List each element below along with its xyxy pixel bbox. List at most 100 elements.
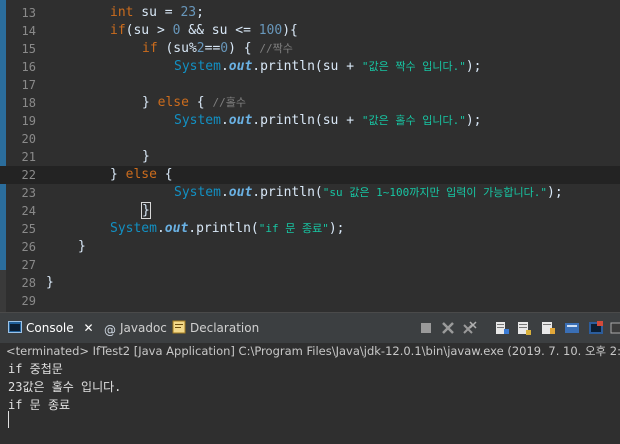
code-text: { bbox=[156, 167, 173, 182]
comment: //짝수 bbox=[259, 42, 293, 55]
pin-console-icon[interactable] bbox=[564, 320, 580, 336]
code-line: 13 int su = 23; bbox=[0, 4, 620, 22]
remove-launch-icon[interactable] bbox=[440, 320, 456, 336]
code-text: { bbox=[188, 95, 213, 110]
static-field: out bbox=[228, 185, 253, 200]
code-text: == bbox=[204, 41, 221, 56]
static-field: out bbox=[164, 221, 189, 236]
string-literal: "if 문 종료" bbox=[258, 222, 329, 235]
console-output-line: 23값은 홀수 입니다. bbox=[8, 380, 122, 394]
keyword: else bbox=[157, 95, 189, 110]
line-number: 27 bbox=[21, 258, 36, 272]
text-cursor bbox=[8, 411, 9, 428]
tab-label: Console bbox=[26, 321, 74, 335]
declaration-icon bbox=[172, 319, 186, 334]
number-literal: 2 bbox=[196, 41, 205, 56]
open-console-icon[interactable] bbox=[610, 320, 620, 336]
code-editor[interactable]: 13 int su = 23; 14 if(su > 0 && su <= 10… bbox=[0, 0, 620, 312]
line-number: 28 bbox=[21, 276, 36, 290]
keyword: int bbox=[110, 5, 134, 20]
line-number: 22 bbox=[21, 168, 36, 182]
line-number: 15 bbox=[21, 42, 36, 56]
keyword: else bbox=[125, 167, 157, 182]
code-text: ); bbox=[465, 113, 482, 128]
console-output-line: if 문 종료 bbox=[8, 398, 71, 412]
code-text: .println(su + bbox=[252, 59, 362, 74]
number-literal: 100 bbox=[258, 23, 283, 38]
code-text: } bbox=[110, 167, 126, 182]
line-number: 20 bbox=[21, 132, 36, 146]
code-line: 21 } bbox=[0, 148, 620, 166]
code-line: 28 } bbox=[0, 274, 620, 292]
number-literal: 23 bbox=[180, 5, 197, 20]
display-selected-console-icon[interactable] bbox=[588, 320, 604, 336]
word-wrap-icon[interactable] bbox=[540, 320, 556, 336]
keyword: if bbox=[142, 41, 158, 56]
tab-javadoc[interactable]: @ Javadoc bbox=[104, 317, 167, 339]
string-literal: "su 값은 1~100까지만 입력이 가능합니다." bbox=[322, 186, 548, 199]
console-icon bbox=[8, 319, 22, 333]
remove-all-terminated-icon[interactable] bbox=[462, 320, 478, 336]
code-text: ); bbox=[465, 59, 482, 74]
code-line: 15 if (su%2==0) { //짝수 bbox=[0, 40, 620, 58]
code-text: } bbox=[78, 239, 86, 254]
code-line: 14 if(su > 0 && su <= 100){ bbox=[0, 22, 620, 40]
tab-declaration[interactable]: Declaration bbox=[172, 317, 259, 339]
code-text: . bbox=[220, 59, 229, 74]
terminate-icon[interactable] bbox=[418, 320, 434, 336]
class-name: System bbox=[174, 59, 221, 74]
code-line: 25 System.out.println("if 문 종료"); bbox=[0, 220, 620, 238]
code-line: 26 } bbox=[0, 238, 620, 256]
matching-bracket: } bbox=[141, 202, 151, 219]
scroll-lock-icon[interactable] bbox=[516, 320, 532, 336]
code-text: } bbox=[46, 275, 54, 290]
code-line: 16 System.out.println(su + "값은 짝수 입니다.")… bbox=[0, 58, 620, 76]
console-view: Console ✕ @ Javadoc Declaration <terminat… bbox=[0, 312, 620, 444]
line-number: 18 bbox=[21, 96, 36, 110]
keyword: if bbox=[110, 23, 126, 38]
launch-status: <terminated> IfTest2 [Java Application] … bbox=[6, 344, 620, 358]
code-text: .println(su + bbox=[252, 113, 362, 128]
line-number: 23 bbox=[21, 186, 36, 200]
code-text: .println( bbox=[252, 185, 323, 200]
line-number: 19 bbox=[21, 114, 36, 128]
line-number: 25 bbox=[21, 222, 36, 236]
line-number: 16 bbox=[21, 60, 36, 74]
line-number: 21 bbox=[21, 150, 36, 164]
line-number: 29 bbox=[21, 294, 36, 308]
code-line: 19 System.out.println(su + "값은 홀수 입니다.")… bbox=[0, 112, 620, 130]
javadoc-icon: @ bbox=[104, 323, 116, 337]
number-literal: 0 bbox=[220, 41, 229, 56]
code-text: su = bbox=[133, 5, 181, 20]
code-text: } bbox=[142, 149, 150, 164]
code-text: } bbox=[142, 95, 158, 110]
line-number: 13 bbox=[21, 6, 36, 20]
code-text: (su% bbox=[157, 41, 197, 56]
code-line: 27 bbox=[0, 256, 620, 274]
code-text: . bbox=[220, 113, 229, 128]
code-text: ) { bbox=[228, 41, 260, 56]
tab-label: Javadoc bbox=[120, 321, 167, 335]
comment: //홀수 bbox=[212, 96, 246, 109]
code-text: ); bbox=[547, 185, 563, 200]
line-number: 26 bbox=[21, 240, 36, 254]
code-text: ; bbox=[196, 5, 204, 20]
code-line: 29 bbox=[0, 292, 620, 310]
view-tab-bar: Console ✕ @ Javadoc Declaration bbox=[0, 312, 620, 343]
code-line: 17 bbox=[0, 76, 620, 94]
code-line: 18 } else { //홀수 bbox=[0, 94, 620, 112]
code-text: && su <= bbox=[180, 23, 259, 38]
clear-console-icon[interactable] bbox=[494, 320, 510, 336]
string-literal: "값은 짝수 입니다." bbox=[361, 60, 466, 73]
static-field: out bbox=[228, 59, 253, 74]
line-number: 14 bbox=[21, 24, 36, 38]
tab-console[interactable]: Console ✕ bbox=[8, 317, 94, 339]
code-line-active: 22 } else { bbox=[0, 166, 620, 184]
console-output-line: if 중첩문 bbox=[8, 362, 63, 376]
code-text: . bbox=[156, 221, 165, 236]
close-icon[interactable]: ✕ bbox=[83, 321, 93, 335]
class-name: System bbox=[174, 113, 221, 128]
code-text: .println( bbox=[188, 221, 259, 236]
code-text: ){ bbox=[282, 23, 298, 38]
class-name: System bbox=[110, 221, 157, 236]
